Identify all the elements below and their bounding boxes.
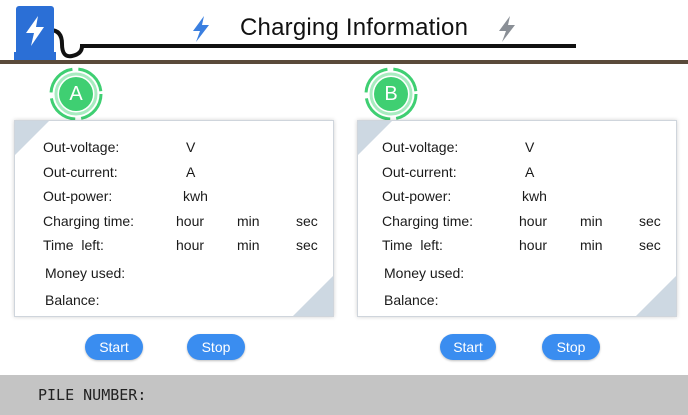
current-label: Out-current: (43, 164, 118, 180)
voltage-unit: V (186, 139, 196, 155)
lightning-icon (193, 16, 209, 42)
min-unit: min (580, 237, 603, 253)
sec-unit: sec (639, 237, 661, 253)
plug-bolt-icon (16, 6, 54, 58)
min-unit: min (580, 213, 603, 229)
charger-b-panel: Out-voltage: V Out-current: A Out-power:… (357, 120, 677, 317)
time-left-label: Time left: (382, 237, 443, 253)
current-label: Out-current: (382, 164, 457, 180)
sec-unit: sec (296, 213, 318, 229)
balance-label: Balance: (384, 292, 439, 308)
voltage-label: Out-voltage: (43, 139, 120, 155)
sec-unit: sec (639, 213, 661, 229)
min-unit: min (237, 213, 260, 229)
time-left-label: Time left: (43, 237, 104, 253)
charger-a-panel: Out-voltage: V Out-current: A Out-power:… (14, 120, 334, 317)
charger-a-badge: A (48, 66, 104, 122)
charger-a-stop-button[interactable]: Stop (187, 334, 245, 360)
balance-label: Balance: (45, 292, 100, 308)
hour-unit: hour (519, 237, 548, 253)
charger-b-label: B (374, 77, 408, 111)
sec-unit: sec (296, 237, 318, 253)
money-used-label: Money used: (45, 265, 126, 281)
power-label: Out-power: (43, 188, 113, 204)
current-unit: A (525, 164, 535, 180)
power-label: Out-power: (382, 188, 452, 204)
hour-unit: hour (519, 213, 548, 229)
money-used-label: Money used: (384, 265, 465, 281)
voltage-unit: V (525, 139, 535, 155)
charger-b-start-button[interactable]: Start (440, 334, 496, 360)
voltage-label: Out-voltage: (382, 139, 459, 155)
page-title: Charging Information (240, 14, 469, 41)
charger-b-badge: B (363, 66, 419, 122)
hour-unit: hour (176, 237, 205, 253)
min-unit: min (237, 237, 260, 253)
charging-time-label: Charging time: (382, 213, 474, 229)
charging-time-label: Charging time: (43, 213, 135, 229)
current-unit: A (186, 164, 196, 180)
hour-unit: hour (176, 213, 205, 229)
charger-b-stop-button[interactable]: Stop (542, 334, 600, 360)
power-unit: kwh (183, 188, 208, 204)
charger-a-label: A (59, 77, 93, 111)
pile-number-label: PILE NUMBER: (38, 386, 147, 404)
power-unit: kwh (522, 188, 547, 204)
plug-base (14, 52, 56, 60)
panel-corner-decoration (293, 276, 333, 316)
lightning-icon (499, 16, 515, 42)
panel-corner-decoration (636, 276, 676, 316)
charger-a-start-button[interactable]: Start (85, 334, 143, 360)
